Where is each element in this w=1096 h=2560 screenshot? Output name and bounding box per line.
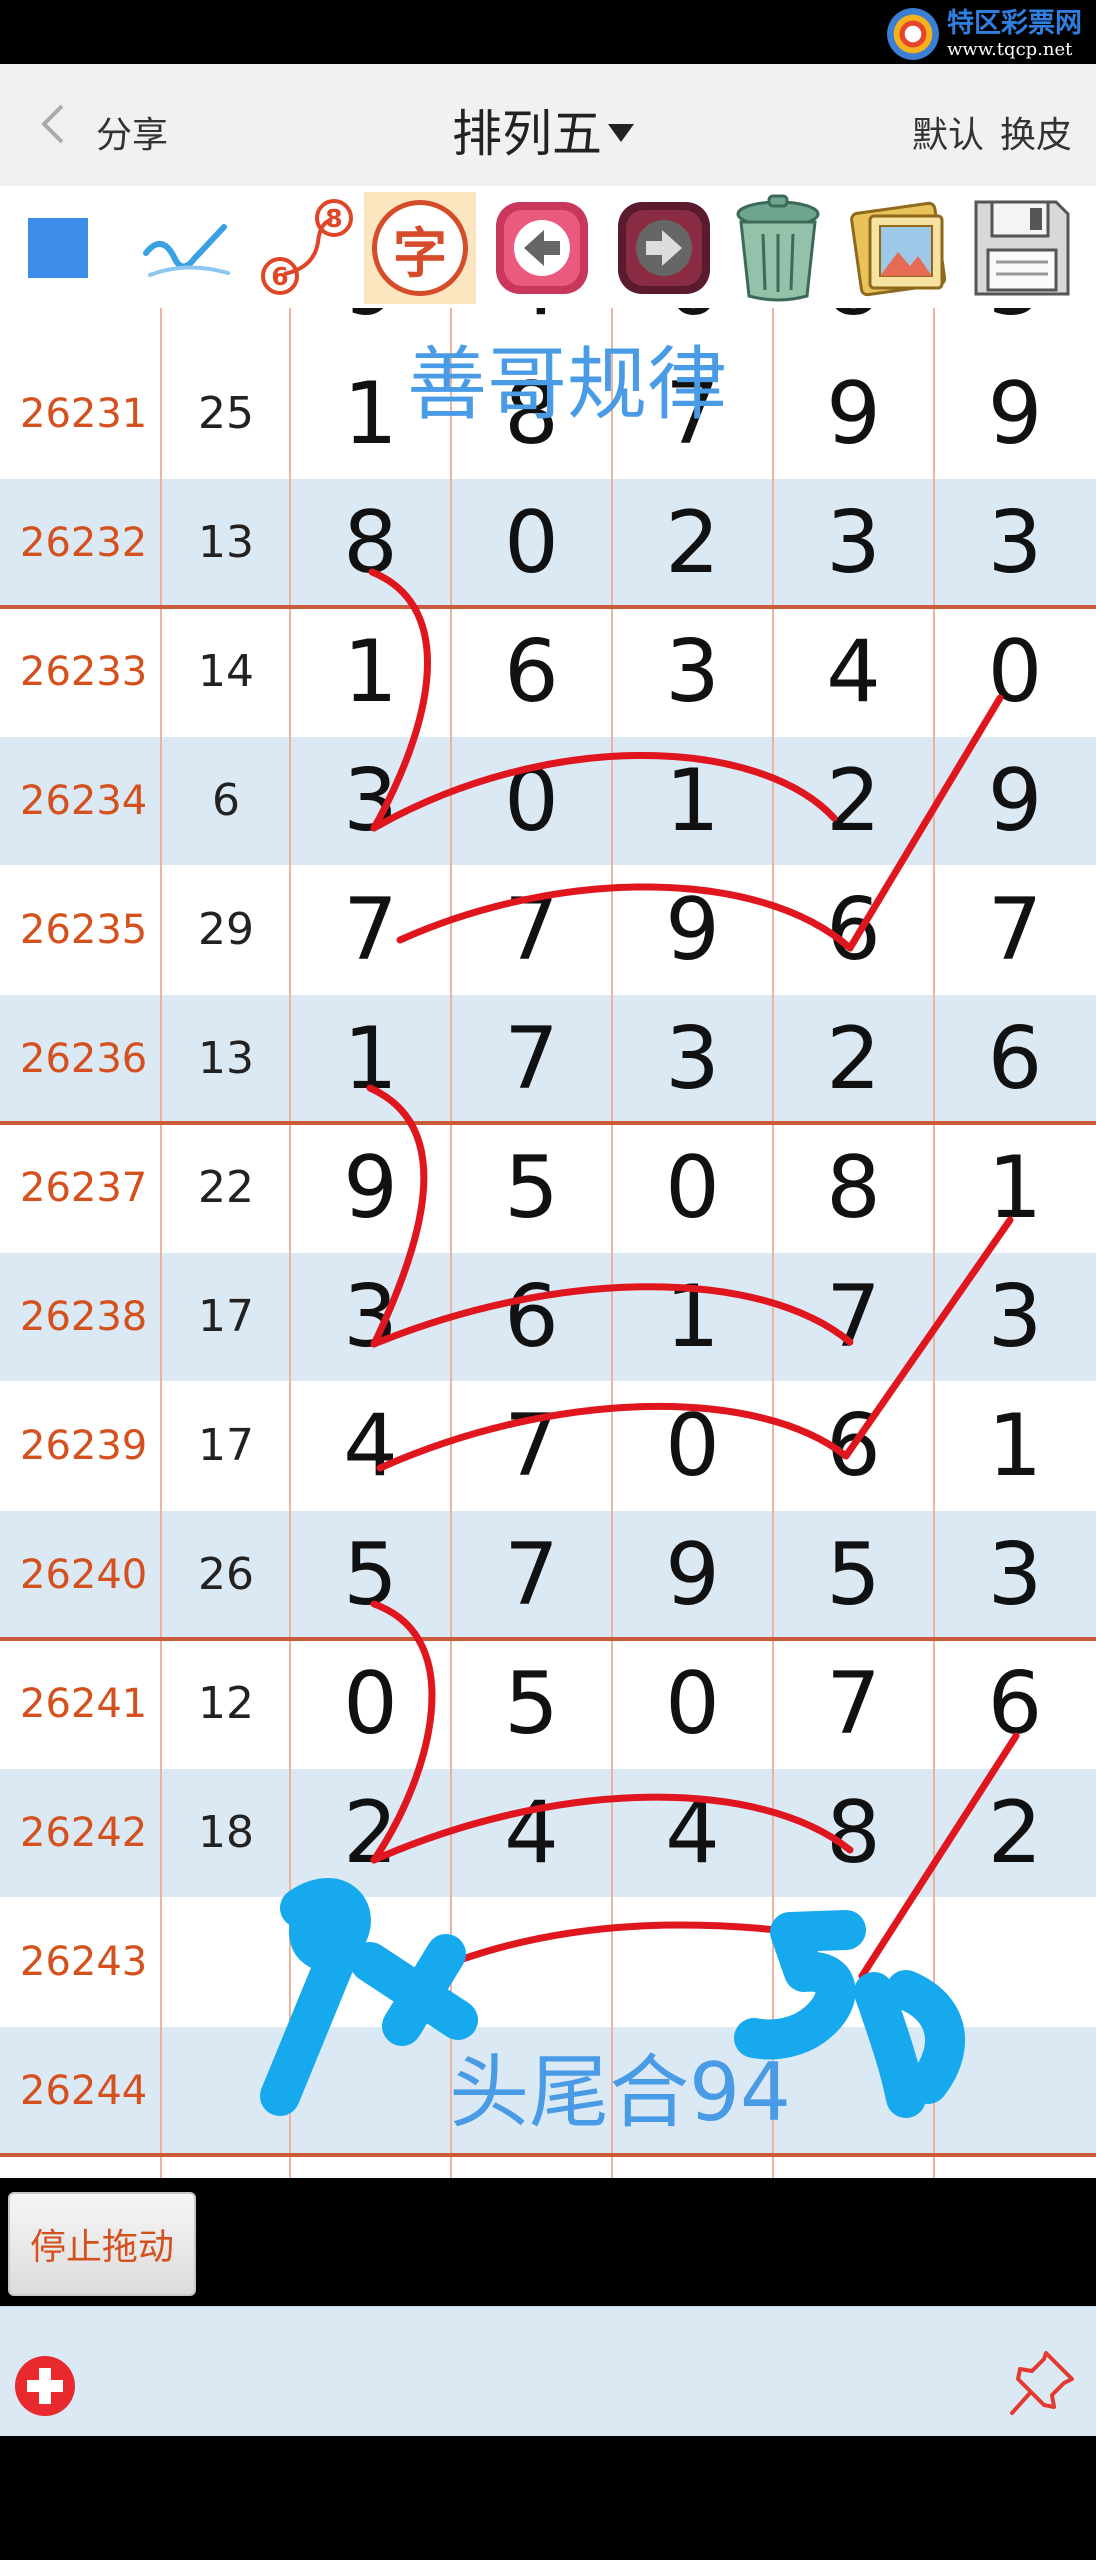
undo-arrow-icon (496, 202, 588, 294)
footer-bar (0, 2306, 1096, 2436)
watermark-logo-icon (887, 8, 939, 60)
annotation-bottom-text: 头尾合94 (449, 2046, 791, 2139)
pen-stroke-icon (143, 224, 230, 277)
page-title: 排列五 (452, 105, 602, 163)
watermark-site-name: 特区彩票网 (947, 7, 1082, 39)
save-button[interactable] (966, 192, 1078, 304)
status-bar: 特区彩票网 www.tqcp.net (0, 0, 1096, 64)
color-square-button[interactable] (2, 192, 114, 304)
system-nav-bar (0, 2436, 1096, 2560)
pushpin-icon[interactable] (1006, 2347, 1078, 2419)
line-tool-label-8: 8 (325, 204, 342, 233)
share-button[interactable]: 分享 (96, 106, 168, 158)
default-button[interactable]: 默认 (912, 106, 984, 158)
text-tool-button[interactable]: 字 (364, 192, 476, 304)
photo-button[interactable] (844, 192, 956, 304)
redo-button[interactable] (608, 192, 720, 304)
watermark-url: www.tqcp.net (947, 38, 1073, 60)
data-grid: 26230 27 9 4 6 8 3 26231 25 1 8 7 9 9 26… (0, 308, 1096, 2178)
color-square-icon (28, 218, 88, 278)
save-disk-icon (974, 200, 1070, 296)
chevron-left-icon[interactable] (34, 104, 74, 144)
plus-circle-icon[interactable] (14, 2355, 76, 2417)
photo-album-icon (850, 201, 947, 297)
watermark: 特区彩票网 www.tqcp.net (887, 8, 1082, 60)
pen-tool-button[interactable] (130, 192, 242, 304)
undo-button[interactable] (486, 192, 598, 304)
line-tool-label-6: 6 (271, 262, 288, 291)
annotation-top-text: 善哥规律 (407, 338, 727, 431)
clear-button[interactable] (722, 192, 834, 304)
trash-can-icon (736, 194, 820, 302)
lottery-type-dropdown[interactable]: 排列五 (452, 94, 634, 166)
caret-down-icon (608, 124, 634, 142)
stop-drag-button[interactable]: 停止拖动 (8, 2192, 196, 2296)
line-tool-button[interactable]: 8 6 (248, 192, 360, 304)
line-68-icon: 8 6 (261, 199, 353, 295)
redo-arrow-icon (618, 202, 710, 294)
nav-bar: 分享 排列五 默认 换皮 (0, 64, 1096, 186)
text-char-icon: 字 (372, 200, 468, 296)
drawing-overlay: 善哥规律 头尾合94 (260, 338, 1020, 2139)
drawing-toolbar: 8 6 字 (0, 186, 1096, 308)
change-skin-button[interactable]: 换皮 (1000, 106, 1072, 158)
